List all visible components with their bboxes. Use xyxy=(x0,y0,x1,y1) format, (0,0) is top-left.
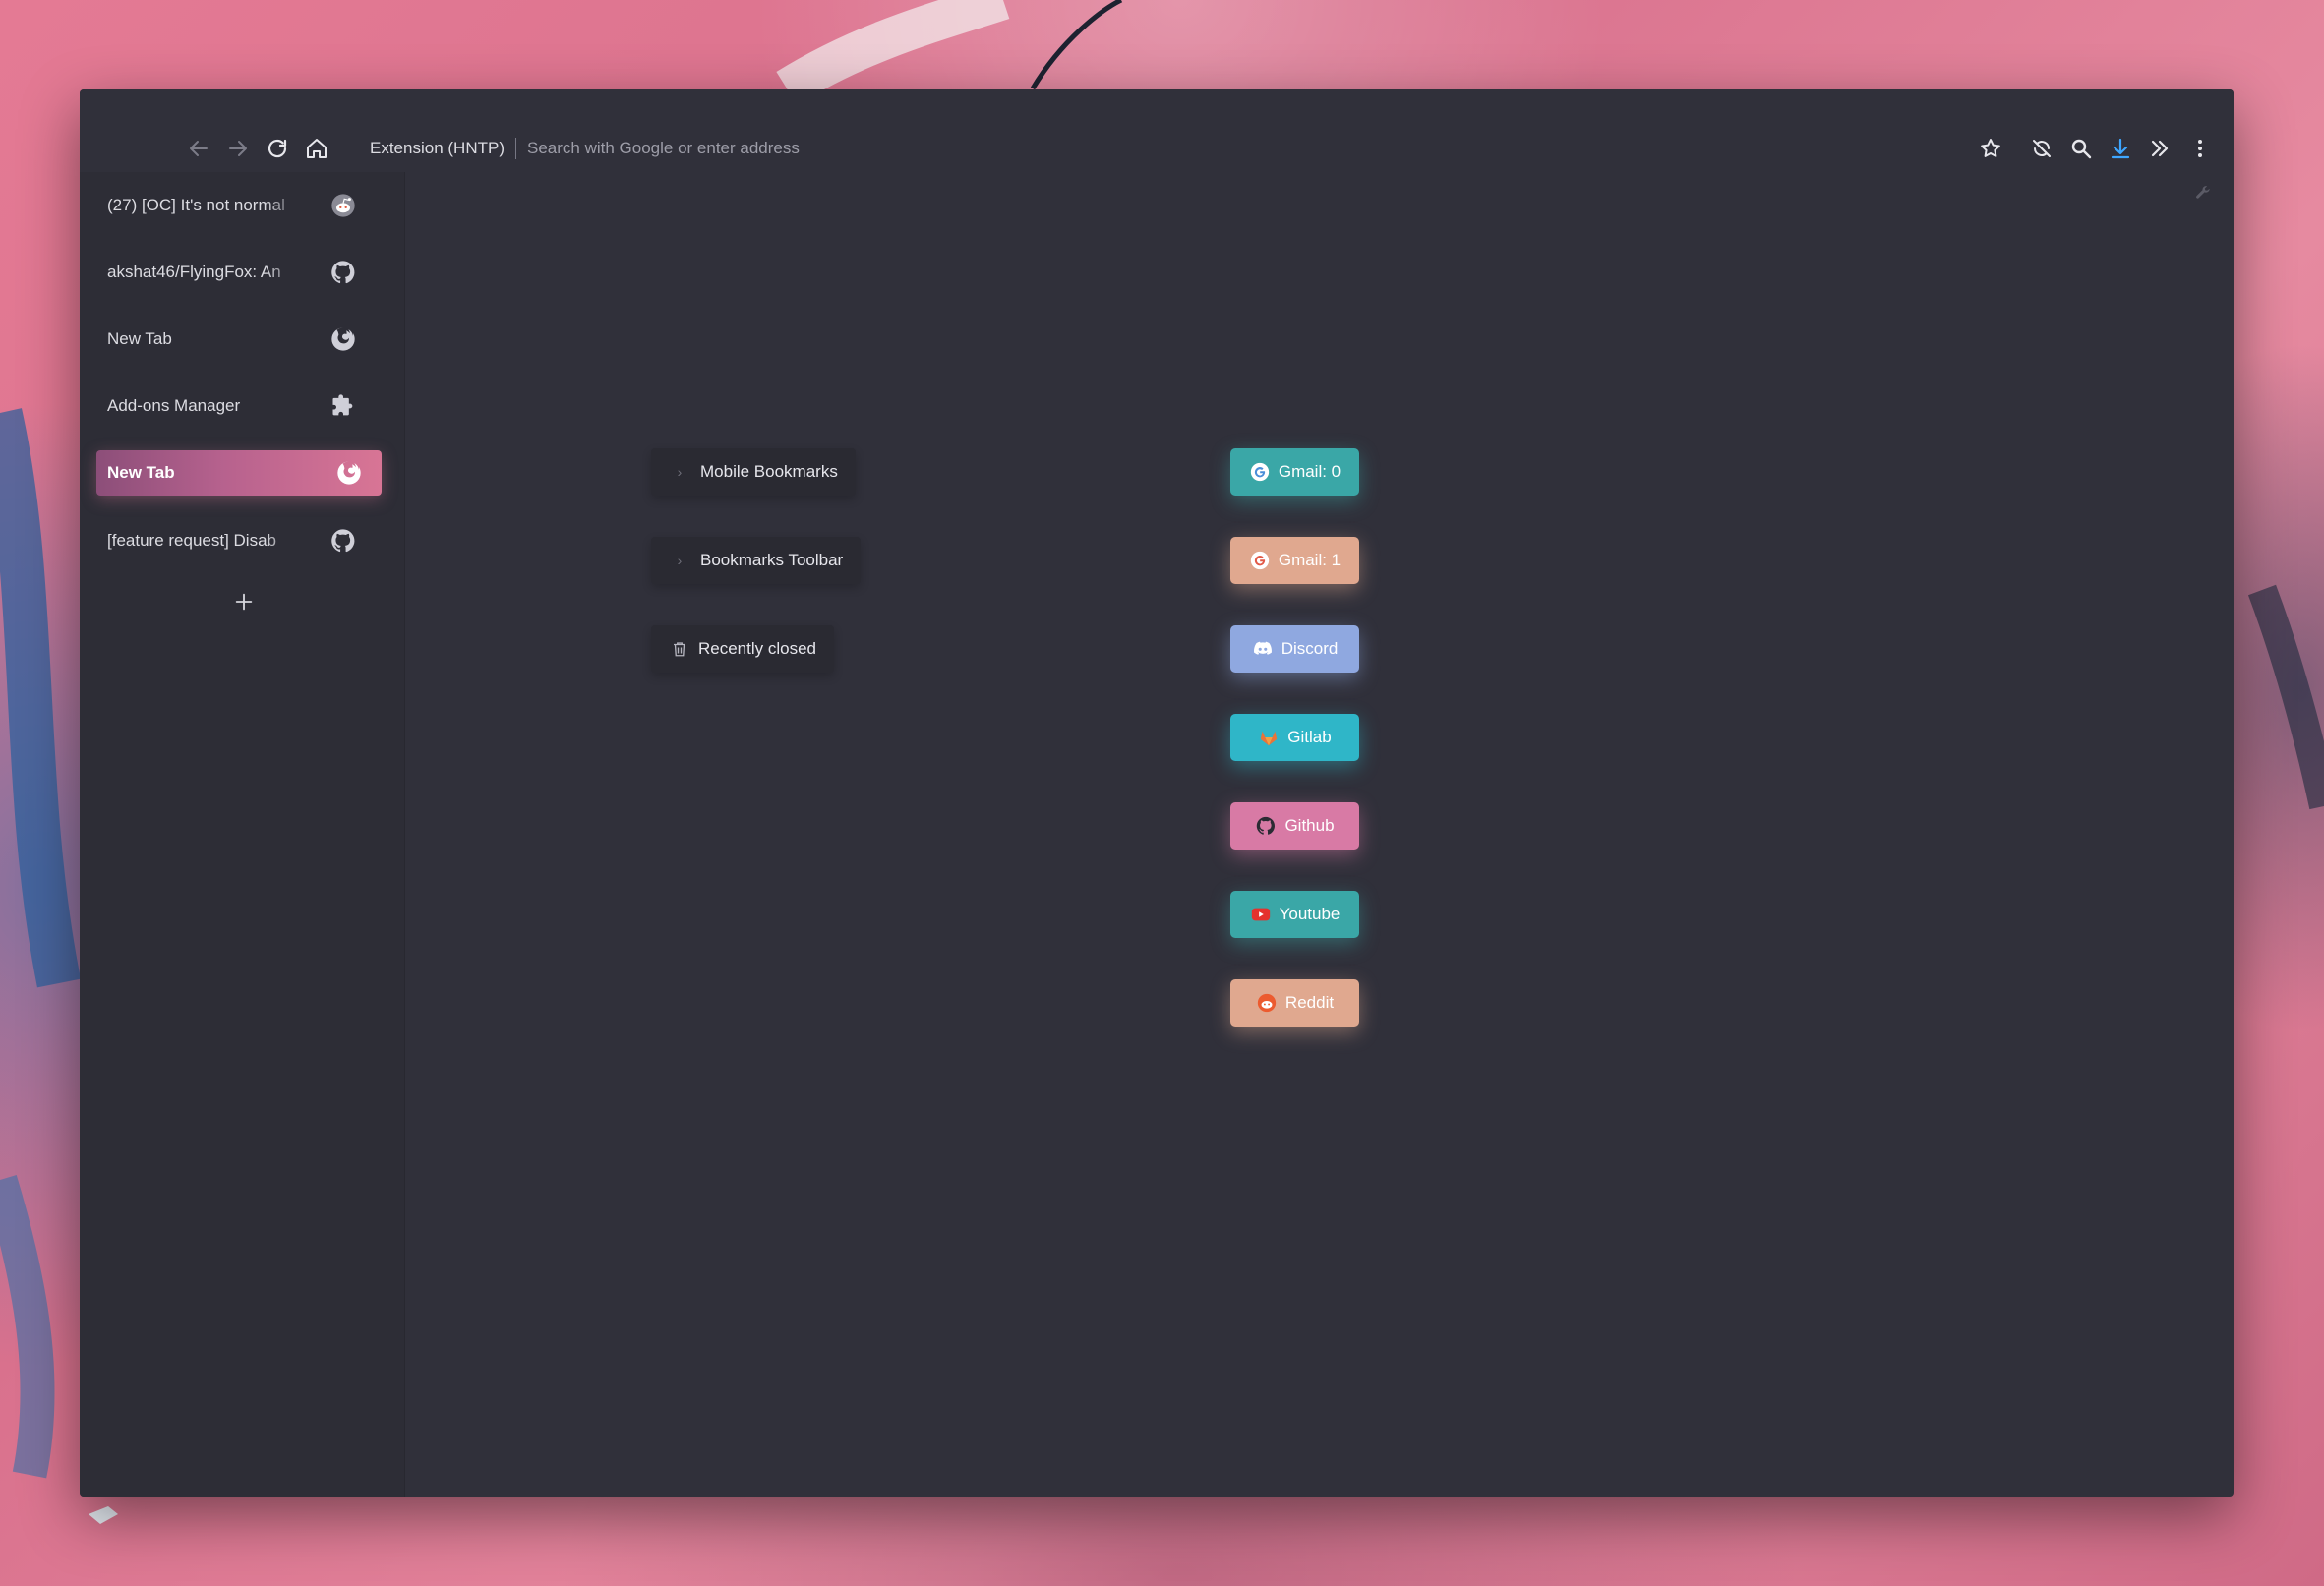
url-bar[interactable]: Extension (HNTP) xyxy=(370,135,921,162)
tab-item[interactable]: akshat46/FlyingFox: An xyxy=(96,250,382,295)
tab-item[interactable]: New Tab xyxy=(96,317,382,362)
gitlab-icon xyxy=(1258,727,1280,748)
wrench-icon[interactable] xyxy=(2194,184,2214,204)
bookmark-gmail-1[interactable]: Gmail: 1 xyxy=(1230,537,1359,584)
chevron-right-icon: › xyxy=(677,553,683,568)
bookmark-label: Github xyxy=(1284,816,1335,835)
firefox-icon xyxy=(328,324,358,354)
bookmark-label: Gmail: 1 xyxy=(1278,551,1341,569)
tab-item-active[interactable]: New Tab xyxy=(96,450,382,496)
tab-title: New Tab xyxy=(107,463,175,482)
bookmark-gitlab[interactable]: Gitlab xyxy=(1230,714,1359,761)
vertical-tabs-sidebar: (27) [OC] It's not normal akshat46/Flyin… xyxy=(80,172,405,1497)
bookmark-label: Gitlab xyxy=(1287,728,1332,746)
folder-label: Recently closed xyxy=(698,639,817,658)
url-separator xyxy=(514,138,516,159)
plus-icon xyxy=(235,593,253,611)
download-icon[interactable] xyxy=(2107,135,2134,162)
url-extension-label: Extension (HNTP) xyxy=(370,139,505,157)
tab-title: akshat46/FlyingFox: An xyxy=(107,263,281,281)
github-icon xyxy=(328,258,358,287)
bookmark-star-icon[interactable] xyxy=(1977,135,2004,162)
folder-label: Bookmarks Toolbar xyxy=(700,551,844,569)
url-input[interactable] xyxy=(526,139,921,158)
bookmark-reddit[interactable]: Reddit xyxy=(1230,979,1359,1027)
new-tab-button[interactable] xyxy=(227,585,261,618)
tab-title: (27) [OC] It's not normal xyxy=(107,196,285,214)
google-icon xyxy=(1249,550,1271,571)
folder-mobile-bookmarks[interactable]: › Mobile Bookmarks xyxy=(651,448,856,496)
reddit-icon xyxy=(1256,992,1278,1014)
bookmark-youtube[interactable]: Youtube xyxy=(1230,891,1359,938)
folder-bookmarks-toolbar[interactable]: › Bookmarks Toolbar xyxy=(651,537,862,584)
forward-icon[interactable] xyxy=(224,135,252,162)
bookmark-label: Discord xyxy=(1281,639,1339,658)
chevron-right-icon: › xyxy=(677,464,683,480)
search-icon[interactable] xyxy=(2067,135,2095,162)
bookmark-label: Reddit xyxy=(1284,993,1335,1012)
github-icon xyxy=(1255,815,1277,837)
tab-title: New Tab xyxy=(107,329,172,348)
overflow-chevrons-icon[interactable] xyxy=(2146,135,2174,162)
home-icon[interactable] xyxy=(303,135,330,162)
bookmark-discord[interactable]: Discord xyxy=(1230,625,1359,673)
puzzle-icon xyxy=(328,391,358,421)
nav-toolbar: Extension (HNTP) xyxy=(80,89,2234,172)
trash-icon xyxy=(669,638,690,660)
tab-item[interactable]: (27) [OC] It's not normal xyxy=(96,183,382,228)
firefox-icon xyxy=(334,458,364,488)
tab-title: [feature request] Disab xyxy=(107,531,276,550)
youtube-icon xyxy=(1250,904,1272,925)
tab-item[interactable]: [feature request] Disab xyxy=(96,518,382,563)
folder-recently-closed[interactable]: Recently closed xyxy=(651,625,835,673)
bookmark-label: Gmail: 0 xyxy=(1278,462,1341,481)
bookmark-gmail-0[interactable]: Gmail: 0 xyxy=(1230,448,1359,496)
menu-kebab-icon[interactable] xyxy=(2186,135,2214,162)
bookmark-github[interactable]: Github xyxy=(1230,802,1359,850)
tab-title: Add-ons Manager xyxy=(107,396,241,415)
github-icon xyxy=(328,526,358,556)
back-icon[interactable] xyxy=(185,135,212,162)
browser-window: Extension (HNTP) (27) [OC] It's not norm… xyxy=(80,89,2234,1497)
bookmark-label: Youtube xyxy=(1279,905,1341,923)
folder-label: Mobile Bookmarks xyxy=(700,462,838,481)
sync-off-icon[interactable] xyxy=(2028,135,2056,162)
discord-icon xyxy=(1252,638,1274,660)
tab-item[interactable]: Add-ons Manager xyxy=(96,383,382,429)
google-icon xyxy=(1249,461,1271,483)
reddit-icon xyxy=(328,191,358,220)
reload-icon[interactable] xyxy=(264,135,291,162)
